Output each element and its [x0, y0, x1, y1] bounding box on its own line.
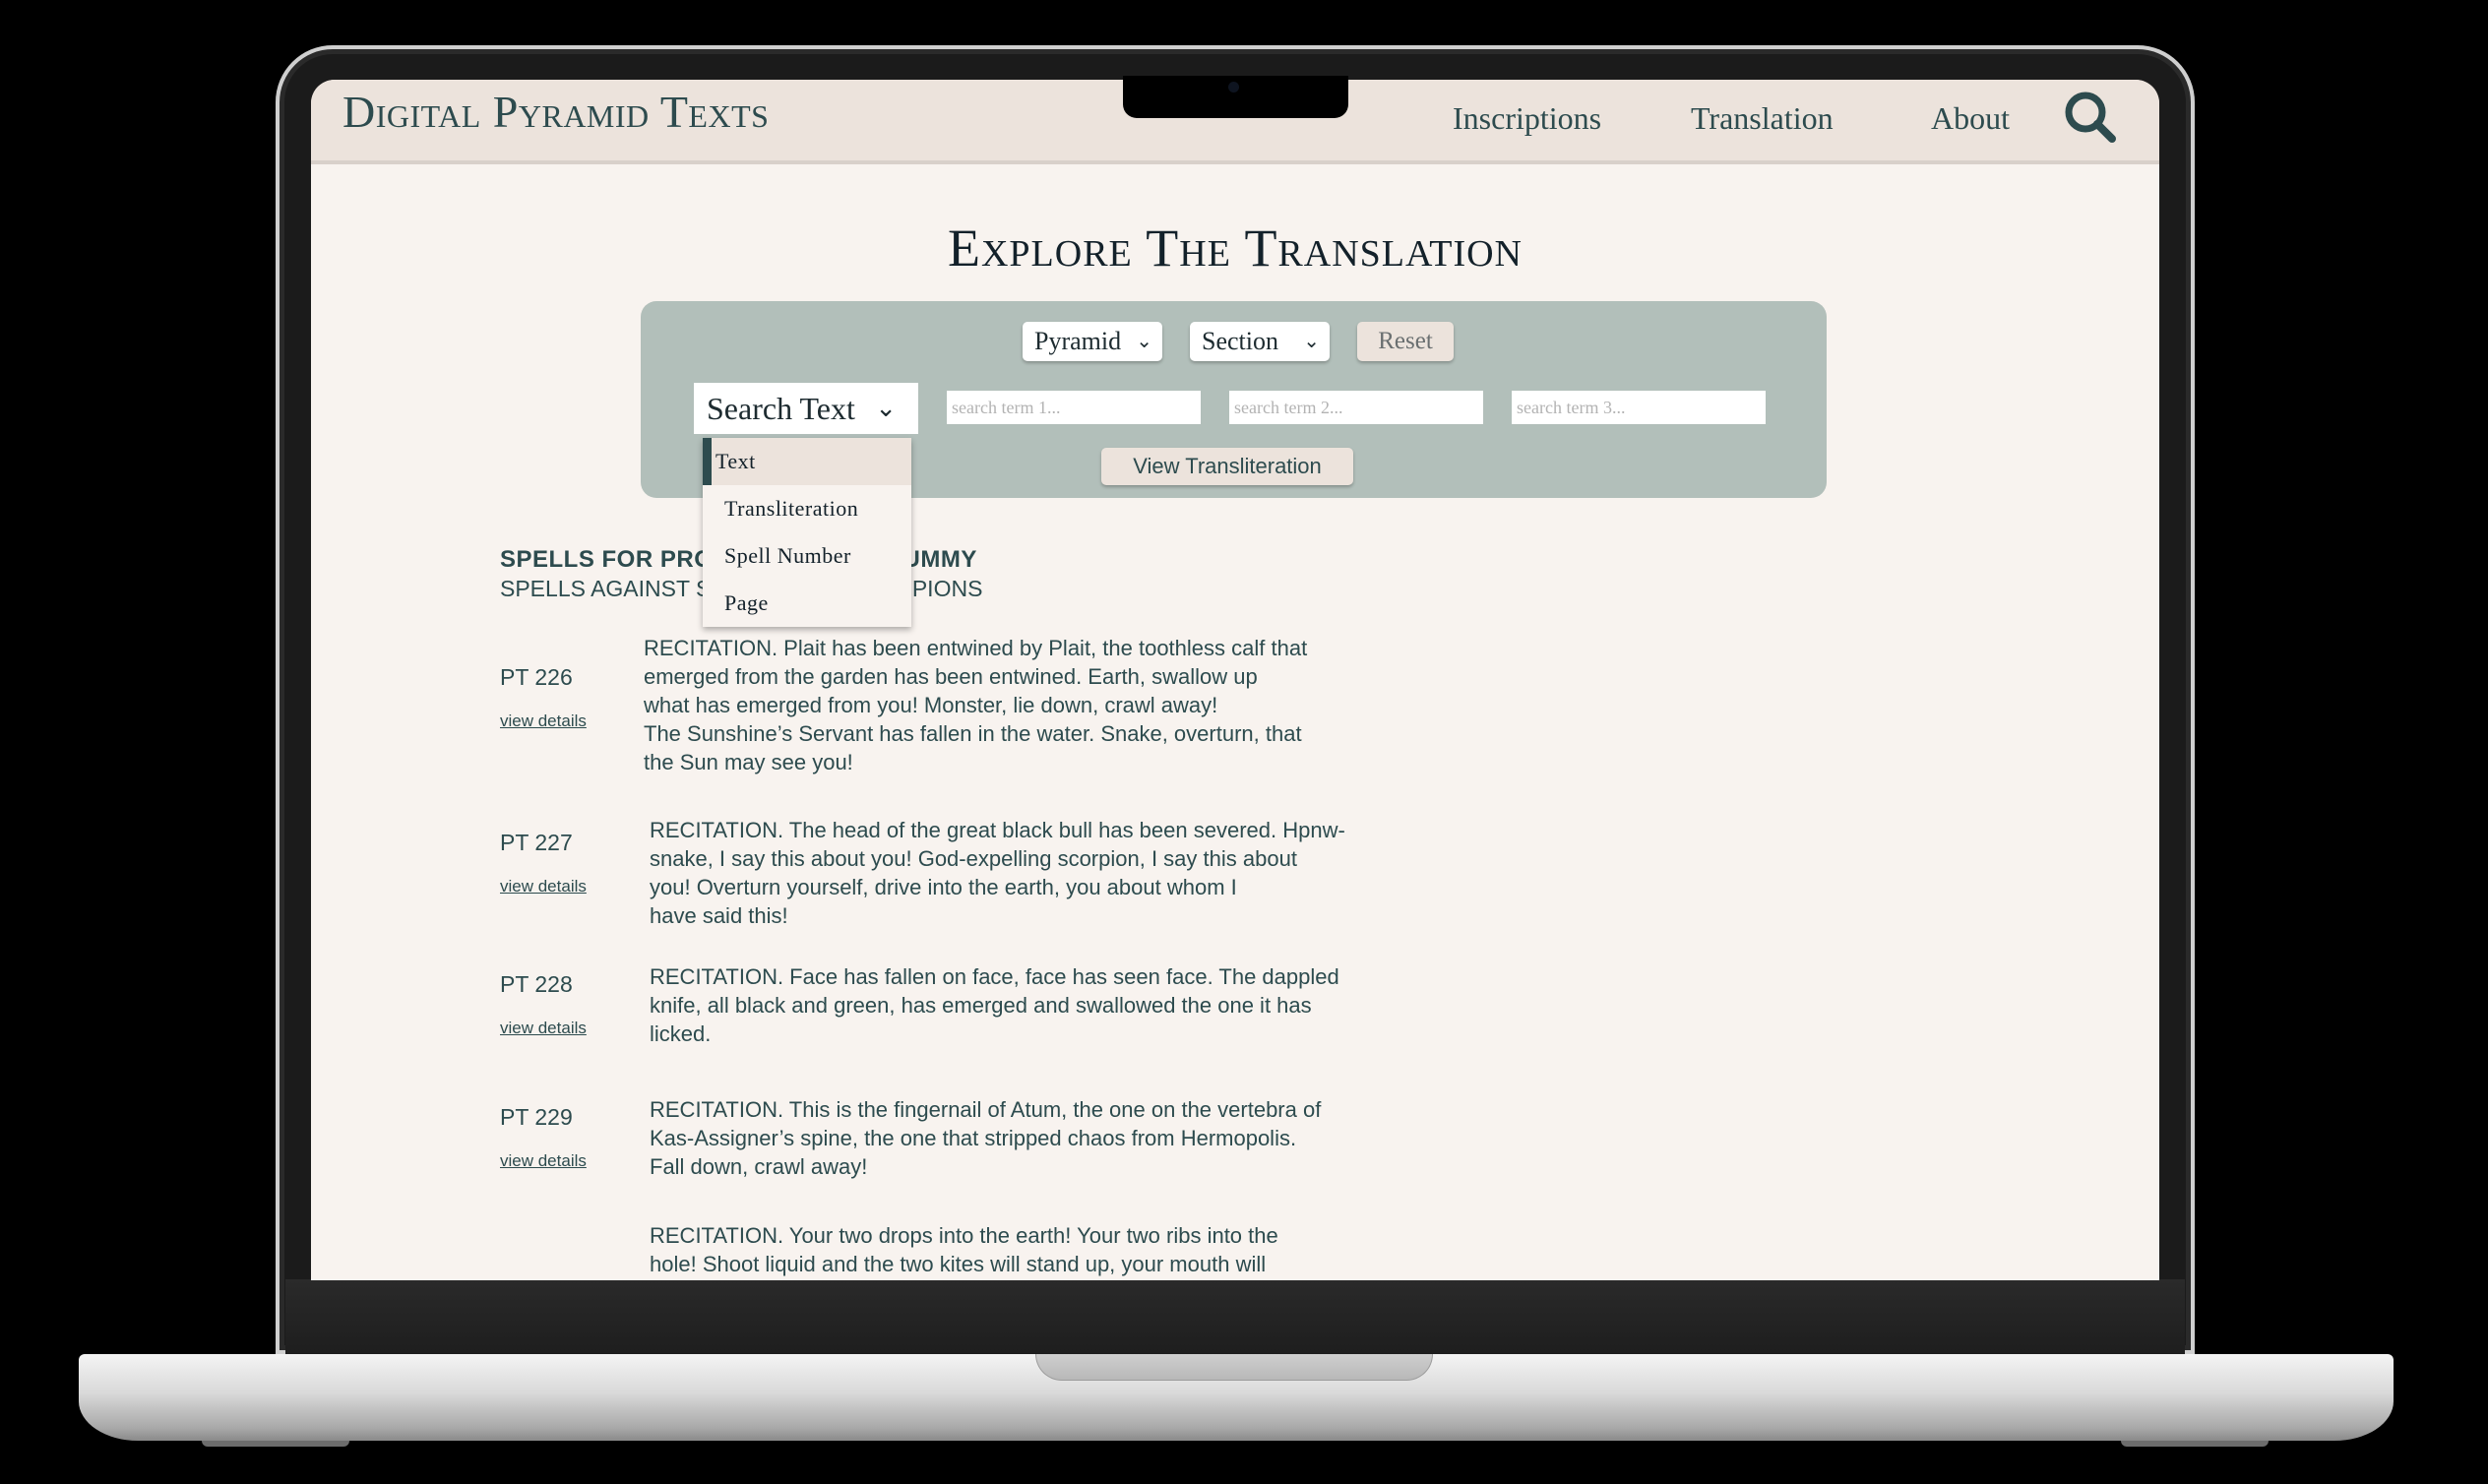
search-term-2-input[interactable] [1229, 391, 1483, 424]
dropdown-option-page[interactable]: Page [703, 580, 911, 627]
pyramid-select[interactable]: Pyramid ⌄ [1023, 322, 1162, 361]
laptop-base-notch [1035, 1354, 1433, 1381]
spell-number: PT 229 [500, 1104, 573, 1130]
search-term-1-input[interactable] [947, 391, 1201, 424]
dropdown-option-spell-number[interactable]: Spell Number [703, 532, 911, 580]
view-transliteration-button[interactable]: View Transliteration [1101, 448, 1353, 485]
laptop-foot-left [202, 1441, 349, 1447]
reset-button[interactable]: Reset [1357, 322, 1454, 361]
spell-text: RECITATION. Plait has been entwined by P… [644, 636, 1308, 774]
dropdown-option-transliteration[interactable]: Transliteration [703, 485, 911, 532]
search-mode-label: Search Text [707, 391, 855, 426]
spell-number: PT 228 [500, 971, 573, 997]
view-details-link[interactable]: view details [500, 1019, 587, 1038]
view-details-link[interactable]: view details [500, 1151, 587, 1171]
spell-text: RECITATION. This is the fingernail of At… [650, 1097, 1322, 1179]
section-select[interactable]: Section ⌄ [1190, 322, 1330, 361]
spell-text: RECITATION. The head of the great black … [650, 818, 1345, 928]
view-details-link[interactable]: view details [500, 877, 587, 897]
spell-text: RECITATION. Your two drops into the eart… [650, 1223, 1278, 1276]
chevron-down-icon: ⌄ [1136, 331, 1152, 352]
pyramid-select-label: Pyramid [1034, 327, 1122, 355]
nav-translation[interactable]: Translation [1691, 93, 1834, 143]
site-title[interactable]: Digital Pyramid Texts [342, 80, 769, 145]
nav-about[interactable]: About [1931, 93, 2010, 143]
chevron-down-icon: ⌄ [1303, 331, 1320, 352]
screen: Digital Pyramid Texts Inscriptions Trans… [311, 80, 2159, 1280]
search-term-3-input[interactable] [1512, 391, 1766, 424]
dropdown-option-text[interactable]: Text [703, 438, 911, 485]
spell-text: RECITATION. Face has fallen on face, fac… [650, 964, 1339, 1046]
search-mode-dropdown: Text Transliteration Spell Number Page [703, 438, 911, 627]
spell-number: PT 226 [500, 664, 573, 690]
page-title: Explore The Translation [947, 218, 1523, 278]
nav-inscriptions[interactable]: Inscriptions [1453, 93, 1601, 143]
search-mode-select[interactable]: Search Text ⌄ [694, 383, 918, 434]
search-icon[interactable] [2061, 88, 2120, 147]
laptop-chin [285, 1279, 2185, 1354]
section-select-label: Section [1202, 327, 1278, 355]
chevron-down-icon: ⌄ [875, 394, 897, 422]
camera-icon [1228, 82, 1239, 93]
laptop-foot-right [2121, 1441, 2269, 1447]
spell-number: PT 227 [500, 830, 573, 855]
view-details-link[interactable]: view details [500, 711, 587, 731]
